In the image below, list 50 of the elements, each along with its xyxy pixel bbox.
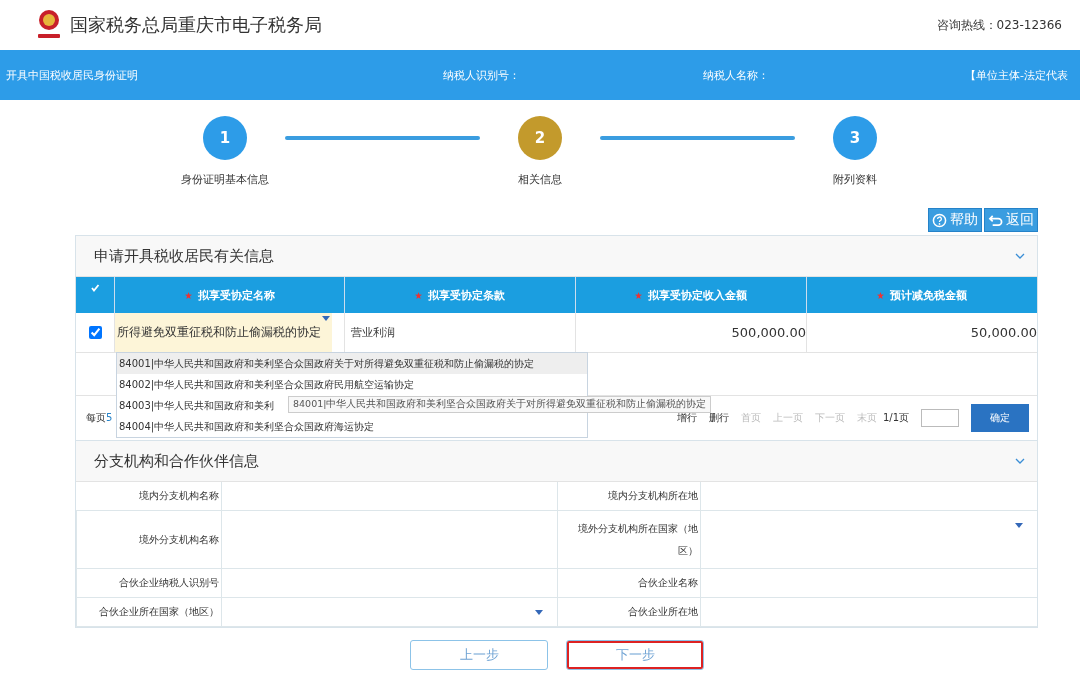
pager-link[interactable]: 增行 xyxy=(676,411,697,425)
select-field[interactable] xyxy=(221,598,557,627)
dropdown-option[interactable]: 84004|中华人民共和国政府和美利坚合众国政府海运协定 xyxy=(117,416,587,437)
column-header: 预计减免税金额 xyxy=(806,277,1037,313)
hotline-text: 咨询热线：023-12366 xyxy=(936,16,1062,34)
input-field[interactable] xyxy=(700,482,1037,511)
panel-title: 申请开具税收居民有关信息 xyxy=(94,246,274,266)
page-input[interactable] xyxy=(921,409,959,427)
dropdown-option[interactable]: 84001|中华人民共和国政府和美利坚合众国政府关于对所得避免双重征税和防止偷漏税的协定 xyxy=(117,353,587,374)
input-field[interactable] xyxy=(221,511,557,569)
confirm-button[interactable]: 确定 xyxy=(971,404,1029,432)
step-circle: 1 xyxy=(203,116,247,160)
info-text: 开具中国税收居民身份证明 xyxy=(6,67,138,83)
step-label: 附列资料 xyxy=(833,172,877,187)
header-checkbox[interactable] xyxy=(90,283,100,293)
info-text: 【单位主体-法定代表 xyxy=(965,67,1068,83)
field-label: 境外分支机构所在国家（地区） xyxy=(577,521,698,558)
input-field[interactable] xyxy=(700,598,1037,627)
step-circle: 3 xyxy=(833,116,877,160)
panel-header[interactable]: 申请开具税收居民有关信息 xyxy=(76,236,1037,277)
info-text: 纳税人识别号： xyxy=(443,67,520,83)
panel-title: 分支机构和合作伙伴信息 xyxy=(94,451,259,471)
tooltip: 84001|中华人民共和国政府和美利坚合众国政府关于对所得避免双重征税和防止偷漏税的协定 xyxy=(288,396,712,413)
help-icon xyxy=(932,212,947,228)
dropdown-option[interactable]: 84002|中华人民共和国政府和美利坚合众国政府民用航空运输协定 xyxy=(117,374,587,395)
step-label: 相关信息 xyxy=(518,172,562,187)
panel-header[interactable]: 分支机构和合作伙伴信息 xyxy=(76,441,1037,482)
page-count: 1/1页 xyxy=(882,411,909,425)
site-title: 国家税务总局重庆市电子税务局 xyxy=(70,13,322,37)
field-label: 境内分支机构所在地 xyxy=(608,489,698,503)
per-page-label: 每页5 xyxy=(86,411,113,425)
table-cell: 50,000.00 xyxy=(806,313,1037,352)
step-circle: 2 xyxy=(518,116,562,160)
treaty-select[interactable]: 所得避免双重征税和防止偷漏税的协定 xyxy=(114,313,332,352)
input-field[interactable] xyxy=(221,569,557,598)
input-field[interactable] xyxy=(700,569,1037,598)
row-checkbox[interactable] xyxy=(89,326,102,339)
field-label: 境内分支机构名称 xyxy=(139,489,219,503)
field-label: 境外分支机构名称 xyxy=(139,532,219,547)
select-field[interactable] xyxy=(700,511,1037,569)
field-label: 合伙企业纳税人识别号 xyxy=(119,576,219,590)
column-header: 拟享受协定收入金额 xyxy=(575,277,806,313)
pager-link[interactable]: 删行 xyxy=(708,411,729,425)
field-label: 合伙企业所在地 xyxy=(628,605,698,619)
column-header: 拟享受协定条款 xyxy=(344,277,575,313)
field-label: 合伙企业名称 xyxy=(638,576,698,590)
step-label: 身份证明基本信息 xyxy=(181,172,269,187)
field-label: 合伙企业所在国家（地区） xyxy=(99,605,219,619)
input-field[interactable] xyxy=(221,482,557,511)
info-text: 纳税人名称： xyxy=(703,67,769,83)
